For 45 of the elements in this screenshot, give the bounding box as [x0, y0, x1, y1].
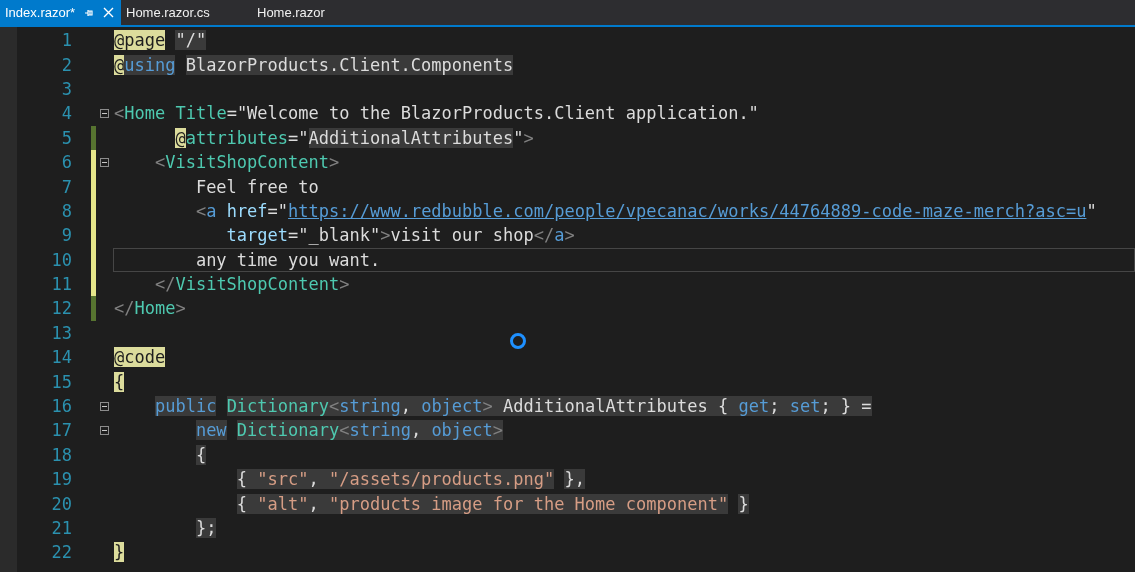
code-line: { "src", "/assets/products.png" },	[235, 469, 585, 490]
line-number: 5	[60, 127, 72, 148]
code-line: target="_blank">visit our shop</a>	[225, 225, 575, 246]
line-number: 19	[50, 469, 72, 490]
line-number: 2	[60, 54, 72, 75]
collapse-icon[interactable]	[100, 157, 109, 167]
code-line: public Dictionary<string, object> AdditionalAttributes { get; set; } =	[153, 396, 872, 417]
line-number: 16	[50, 396, 72, 417]
line-number: 4	[60, 103, 72, 124]
code-line: { "alt", "products image for the Home component" }	[235, 493, 749, 514]
code-line: @using BlazorProducts.Client.Components	[114, 54, 514, 75]
line-number: 11	[50, 274, 72, 295]
line-number: 10	[50, 249, 72, 270]
code-line: @page "/"	[114, 30, 207, 51]
file-tab[interactable]: Index.razor*	[0, 0, 121, 25]
file-tab[interactable]: Home.razor	[252, 0, 373, 25]
line-number: 8	[60, 200, 72, 221]
file-tab[interactable]: Home.razor.cs	[121, 0, 252, 25]
line-number: 9	[60, 225, 72, 246]
line-number: 6	[60, 152, 72, 173]
loading-spinner-icon	[509, 332, 527, 350]
line-number: 13	[50, 322, 72, 343]
line-number: 15	[50, 371, 72, 392]
collapse-icon[interactable]	[100, 401, 109, 411]
code-line: Feel free to	[194, 176, 319, 197]
code-line: <Home Title="Welcome to the BlazorProducts.Client application."	[114, 103, 759, 124]
line-number: 18	[50, 444, 72, 465]
line-number: 17	[50, 420, 72, 441]
collapse-icon[interactable]	[100, 108, 109, 118]
close-icon[interactable]	[103, 7, 115, 18]
code-line: </Home>	[114, 298, 186, 319]
collapse-icon[interactable]	[100, 425, 109, 435]
code-line: </VisitShopContent>	[153, 274, 350, 295]
line-number: 21	[50, 518, 72, 538]
code-line: new Dictionary<string, object>	[194, 420, 504, 441]
line-number: 22	[50, 542, 72, 563]
line-number: 20	[50, 493, 72, 514]
line-number: 12	[50, 298, 72, 319]
code-line: any time you want.	[194, 249, 381, 270]
line-number: 7	[60, 176, 72, 197]
code-line: <a href="https://www.redbubble.com/people/vpecanac/works/44764889-code-maze-merch?asc=u"	[194, 200, 1097, 221]
line-number: 1	[60, 30, 72, 51]
line-number: 14	[50, 347, 72, 368]
line-number: 3	[60, 78, 72, 99]
code-line: <VisitShopContent>	[153, 152, 340, 173]
